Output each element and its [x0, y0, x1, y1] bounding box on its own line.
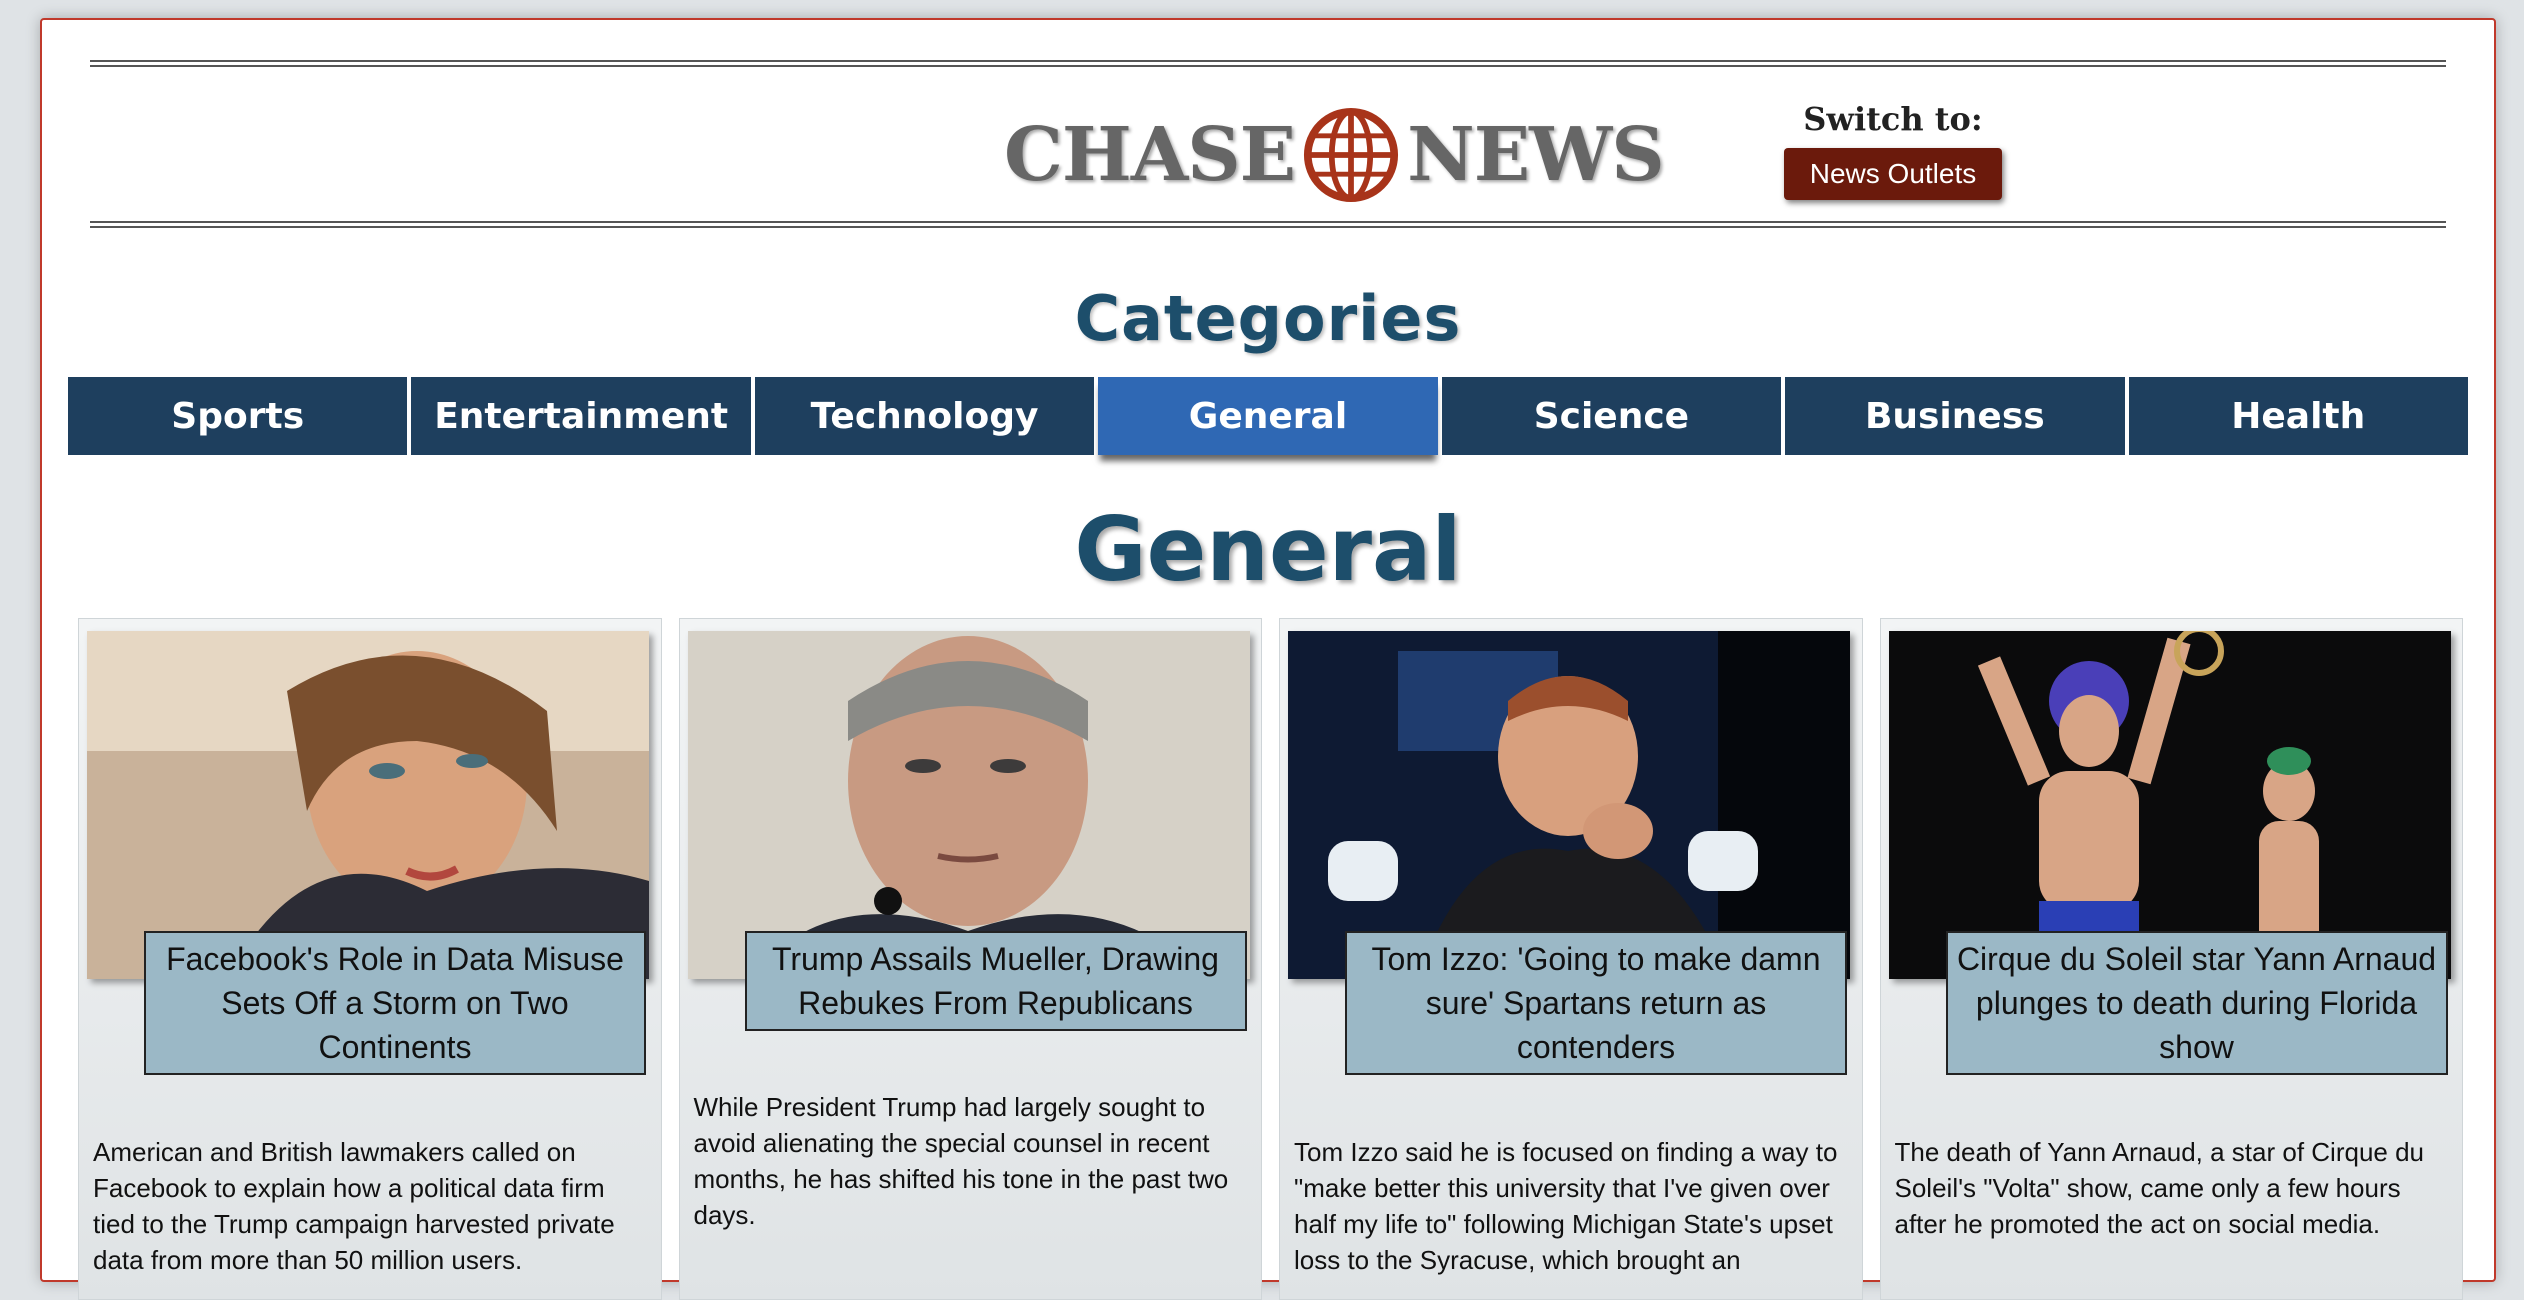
tab-science[interactable]: Science — [1441, 377, 1782, 455]
article-card[interactable]: Cirque du Soleil star Yann Arnaud plunge… — [1879, 618, 2463, 1300]
page-frame: CHASE NEWS Switch to: News Outlets Categ… — [40, 18, 2496, 1300]
switch-panel: Switch to: News Outlets — [1778, 100, 2008, 200]
logo-word-right: NEWS — [1407, 112, 1665, 198]
article-title[interactable]: Facebook's Role in Data Misuse Sets Off … — [144, 931, 646, 1075]
article-summary: While President Trump had largely sought… — [693, 1092, 1229, 1230]
header-bottom-rule — [90, 221, 2446, 228]
article-title[interactable]: Cirque du Soleil star Yann Arnaud plunge… — [1945, 931, 2448, 1075]
section-title: General — [1074, 498, 1462, 601]
tab-general[interactable]: General — [1098, 377, 1438, 455]
category-tabs: Sports Entertainment Technology General … — [68, 377, 2468, 455]
article-summary: The death of Yann Arnaud, a star of Cirq… — [1894, 1137, 2425, 1239]
article-list: Facebook's Role in Data Misuse Sets Off … — [78, 618, 2463, 1300]
article-summary: American and British lawmakers called on… — [93, 1137, 615, 1275]
tab-entertainment[interactable]: Entertainment — [411, 377, 751, 455]
tab-health[interactable]: Health — [2128, 377, 2468, 455]
tab-technology[interactable]: Technology — [754, 377, 1095, 455]
article-card[interactable]: Tom Izzo: 'Going to make damn sure' Spar… — [1279, 618, 1863, 1300]
tab-sports[interactable]: Sports — [68, 377, 408, 455]
categories-heading: Categories — [1074, 282, 1462, 355]
article-summary: Tom Izzo said he is focused on finding a… — [1294, 1137, 1838, 1275]
acrobats-photo[interactable] — [1888, 631, 2451, 979]
woman-portrait-photo[interactable] — [87, 631, 649, 979]
press-conference-photo[interactable] — [1288, 631, 1850, 979]
man-portrait-photo[interactable] — [687, 631, 1250, 979]
logo-word-left: CHASE — [1004, 112, 1296, 198]
globe-icon — [1304, 107, 1399, 203]
header-top-rule — [90, 60, 2446, 67]
article-card[interactable]: Trump Assails Mueller, Drawing Rebukes F… — [678, 618, 1262, 1300]
article-title[interactable]: Tom Izzo: 'Going to make damn sure' Spar… — [1345, 931, 1847, 1075]
switch-label: Switch to: — [1803, 100, 1983, 138]
news-outlets-button[interactable]: News Outlets — [1783, 148, 2003, 200]
article-title[interactable]: Trump Assails Mueller, Drawing Rebukes F… — [744, 931, 1247, 1031]
tab-business[interactable]: Business — [1785, 377, 2125, 455]
article-card[interactable]: Facebook's Role in Data Misuse Sets Off … — [78, 618, 662, 1300]
site-logo[interactable]: CHASE NEWS — [1004, 100, 1665, 210]
